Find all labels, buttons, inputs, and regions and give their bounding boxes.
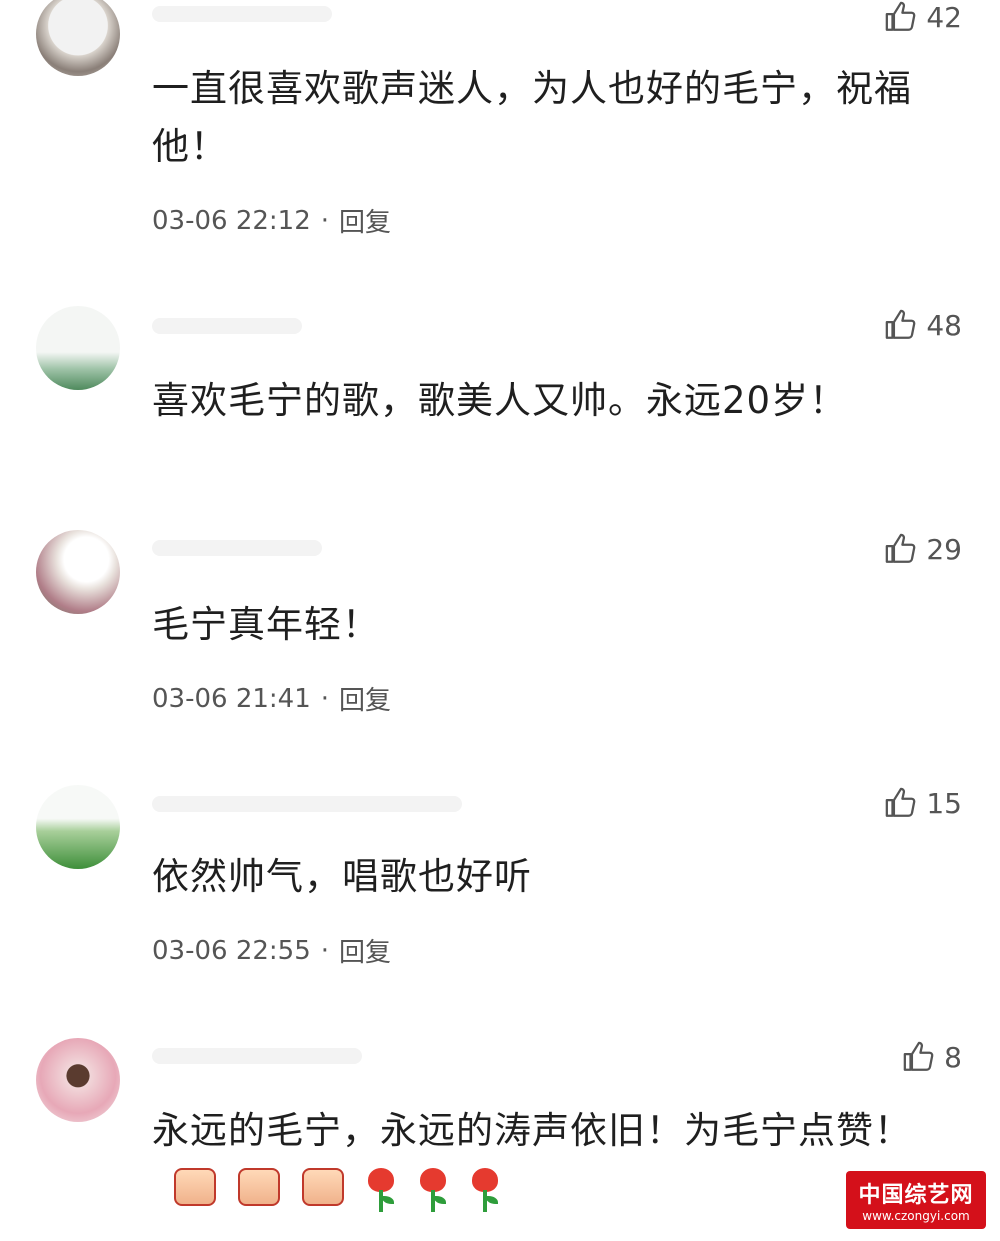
comment-text: 永远的毛宁，永远的涛声依旧！为毛宁点赞！ [152,1102,912,1218]
username-blurred[interactable] [152,540,322,556]
like-button[interactable]: 42 [884,0,962,34]
thumbs-up-icon [886,309,916,339]
like-button[interactable]: 29 [884,532,962,566]
like-count: 15 [926,786,962,820]
like-button[interactable]: 48 [884,308,962,342]
thumbs-up-emoji-icon [238,1167,280,1206]
separator: · [320,935,330,966]
thumbs-up-emoji-icon [302,1167,344,1206]
watermark-title: 中国综艺网 [858,1183,974,1208]
comment-meta: 03-06 22:12 · 回复 [152,202,391,239]
thumbs-up-emoji-icon [174,1167,216,1206]
comment-text: 毛宁真年轻！ [152,603,380,646]
comment-text: 喜欢毛宁的歌，歌美人又帅。永远20岁！ [152,379,848,422]
site-watermark-logo: 中国综艺网 www.czongyi.com [846,1171,986,1229]
username-blurred[interactable] [152,318,302,334]
timestamp: 03-06 22:55 [152,935,311,966]
reply-button[interactable]: 回复 [339,932,391,969]
like-count: 48 [926,308,962,342]
username-blurred[interactable] [152,6,332,22]
comment-meta: 03-06 22:55 · 回复 [152,932,391,969]
like-count: 42 [926,0,962,34]
rose-emoji-icon [418,1167,448,1214]
emoji-row [174,1167,500,1214]
username-blurred[interactable] [152,1048,362,1064]
thumbs-up-icon [903,1041,934,1071]
comment-text-content: 永远的毛宁，永远的涛声依旧！为毛宁点赞！ [152,1109,912,1152]
comment-text: 依然帅气，唱歌也好听 [152,855,532,898]
avatar[interactable] [36,1038,120,1122]
timestamp: 03-06 21:41 [152,683,311,714]
watermark-url: www.czongyi.com [862,1209,970,1223]
avatar[interactable] [36,306,120,390]
comment-text: 一直很喜欢歌声迷人，为人也好的毛宁，祝福他！ [152,67,912,168]
thumbs-up-icon [886,1,916,31]
like-button[interactable]: 8 [902,1040,962,1074]
thumbs-up-icon [886,533,916,563]
comment-meta: 03-06 21:41 · 回复 [152,680,391,717]
like-count: 8 [944,1040,962,1074]
username-blurred[interactable] [152,796,462,812]
reply-button[interactable]: 回复 [339,202,391,239]
timestamp: 03-06 22:12 [152,205,311,236]
thumbs-up-icon [886,787,916,817]
avatar[interactable] [36,785,120,869]
reply-button[interactable]: 回复 [339,680,391,717]
like-button[interactable]: 15 [884,786,962,820]
like-count: 29 [926,532,962,566]
rose-emoji-icon [470,1167,500,1214]
rose-emoji-icon [366,1167,396,1214]
avatar[interactable] [36,530,120,614]
avatar[interactable] [36,0,120,76]
separator: · [320,205,330,236]
separator: · [320,683,330,714]
